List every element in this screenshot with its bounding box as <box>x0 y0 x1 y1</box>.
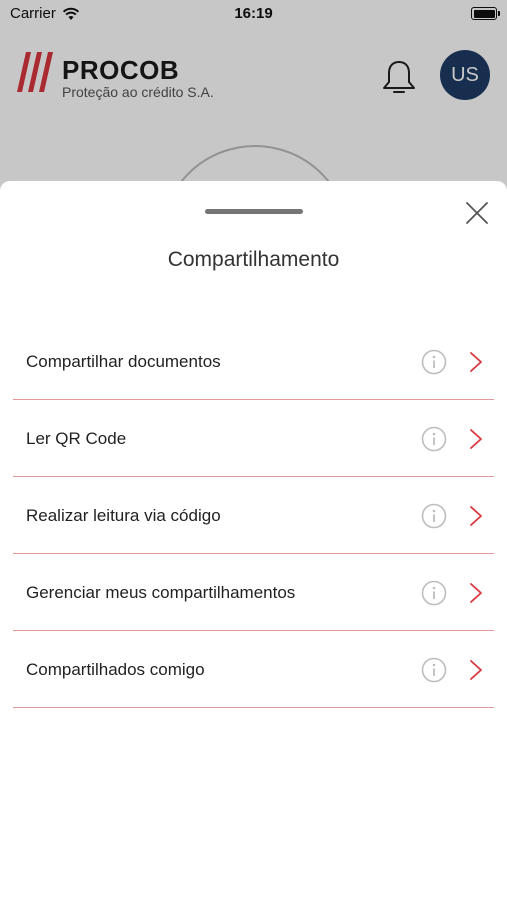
menu-item-manage-shares[interactable]: Gerenciar meus compartilhamentos <box>13 554 494 631</box>
share-menu: Compartilhar documentos Ler QR Code Real… <box>13 323 494 708</box>
info-icon[interactable] <box>421 426 447 452</box>
info-icon[interactable] <box>421 503 447 529</box>
chevron-right-icon <box>470 660 482 680</box>
menu-item-label: Compartilhar documentos <box>26 352 221 371</box>
sheet-title: Compartilhamento <box>167 248 340 271</box>
menu-item-share-documents[interactable]: Compartilhar documentos <box>13 323 494 400</box>
background-app: Carrier 16:19 PROCOB Proteção ao crédito… <box>0 0 507 335</box>
sheet-grabber[interactable] <box>205 209 303 214</box>
menu-item-read-via-code[interactable]: Realizar leitura via código <box>13 477 494 554</box>
chevron-right-icon <box>470 583 482 603</box>
menu-item-shared-with-me[interactable]: Compartilhados comigo <box>13 631 494 708</box>
close-button[interactable] <box>462 198 492 228</box>
menu-item-label: Gerenciar meus compartilhamentos <box>26 583 296 602</box>
chevron-right-icon <box>470 429 482 449</box>
dim-overlay[interactable] <box>0 0 507 200</box>
menu-item-label: Ler QR Code <box>26 429 127 448</box>
chevron-right-icon <box>470 352 482 372</box>
menu-item-label: Compartilhados comigo <box>26 660 205 679</box>
chevron-right-icon <box>470 506 482 526</box>
share-sheet: Compartilhamento Compartilhar documentos… <box>0 181 507 900</box>
info-icon[interactable] <box>421 349 447 375</box>
screen: Carrier 16:19 PROCOB Proteção ao crédito… <box>0 0 507 900</box>
menu-item-read-qr-code[interactable]: Ler QR Code <box>13 400 494 477</box>
menu-item-label: Realizar leitura via código <box>26 506 221 525</box>
info-icon[interactable] <box>421 580 447 606</box>
close-icon <box>466 202 488 224</box>
info-icon[interactable] <box>421 657 447 683</box>
